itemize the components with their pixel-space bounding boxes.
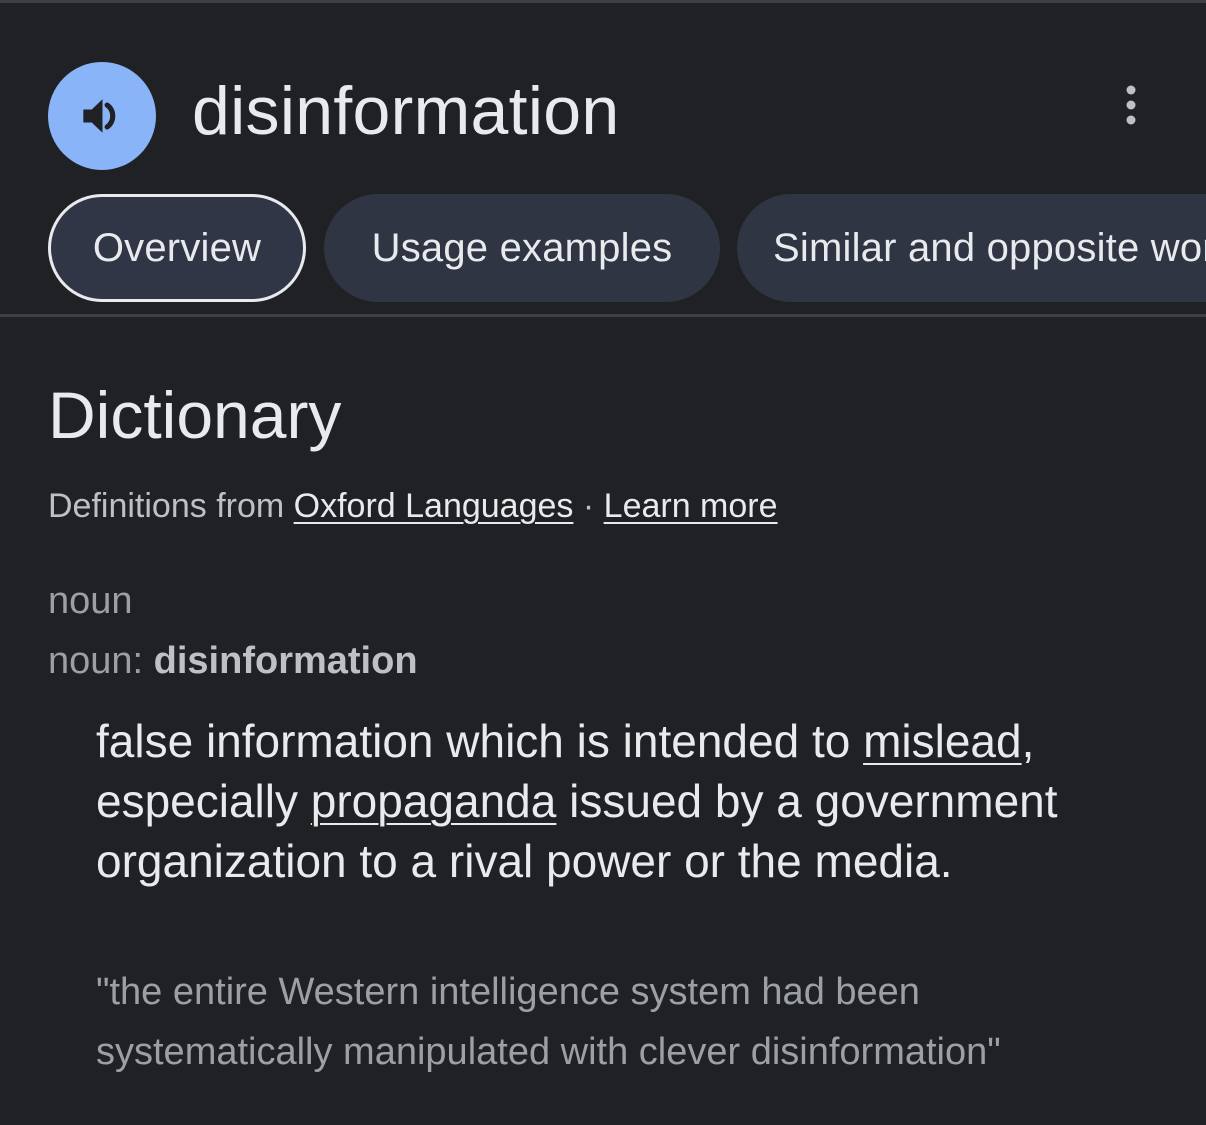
part-of-speech: noun: [48, 580, 133, 622]
source-prefix: Definitions from: [48, 487, 285, 525]
definition-text: false information which is intended to m…: [96, 711, 1176, 891]
propaganda-link[interactable]: propaganda: [311, 775, 557, 827]
tab-similar-opposite[interactable]: Similar and opposite words: [737, 194, 1206, 302]
tab-bar: Overview Usage examples Similar and oppo…: [0, 194, 1206, 302]
pos-word: disinformation: [153, 640, 418, 682]
word-title: disinformation: [192, 73, 620, 149]
more-options-button[interactable]: [1106, 80, 1156, 130]
pronounce-button[interactable]: [48, 62, 156, 170]
word-header: disinformation: [0, 0, 1206, 180]
mislead-link[interactable]: mislead: [863, 715, 1022, 767]
source-separator: ·: [582, 487, 595, 525]
usage-example: "the entire Western intelligence system …: [96, 971, 1001, 1073]
section-title: Dictionary: [48, 378, 342, 452]
tab-usage-examples[interactable]: Usage examples: [324, 194, 720, 302]
more-vert-icon: [1126, 85, 1136, 125]
pos-headword: noun: disinformation: [48, 636, 418, 686]
tab-divider: [0, 314, 1206, 317]
tab-overview[interactable]: Overview: [48, 194, 306, 302]
definition-part-1: false information which is intended to: [96, 715, 851, 767]
pos-label: noun:: [48, 640, 144, 682]
speaker-icon: [83, 99, 116, 133]
learn-more-link[interactable]: Learn more: [604, 487, 778, 525]
oxford-languages-link[interactable]: Oxford Languages: [294, 487, 574, 525]
source-attribution: Definitions from Oxford Languages · Lear…: [48, 484, 778, 528]
